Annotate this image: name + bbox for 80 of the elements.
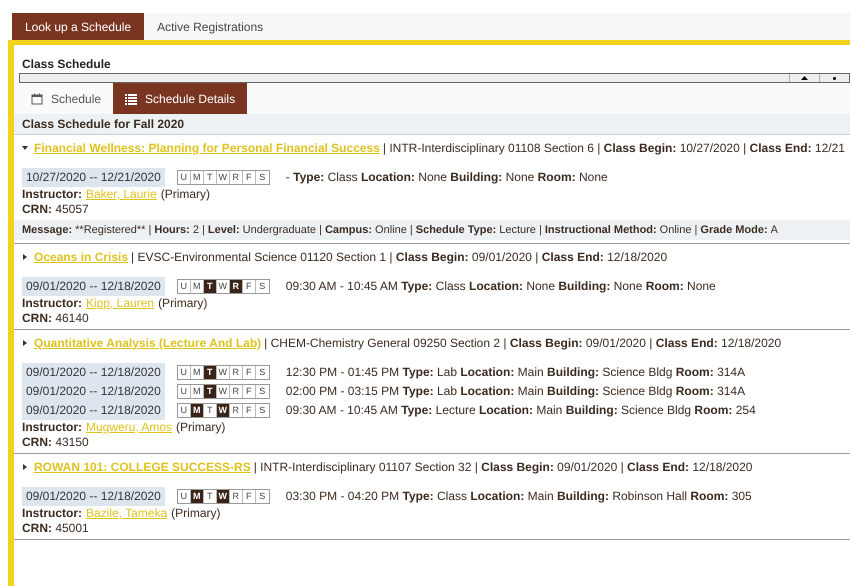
tab[interactable]: Schedule xyxy=(19,83,114,114)
meeting-details: 12:30 PM - 01:45 PM Type: Lab Location: Main Building: Science Bldg Room: 314A xyxy=(286,365,746,380)
message-value: Online | xyxy=(375,222,413,238)
instructor-label: Instructor: xyxy=(22,187,82,202)
meeting-details: 02:00 PM - 03:15 PM Type: Lab Location: Main Building: Science Bldg Room: 314A xyxy=(286,384,746,399)
section-heading: Class Schedule for Fall 2020 xyxy=(14,114,850,135)
course-link[interactable]: ROWAN 101: COLLEGE SUCCESS-RS xyxy=(34,460,251,474)
caret-icon[interactable] xyxy=(22,340,28,346)
message-label: Hours: xyxy=(154,222,190,238)
instructor-role: (Primary) xyxy=(158,296,208,311)
day-cell: M xyxy=(190,385,204,398)
instructor-role: (Primary) xyxy=(160,187,210,202)
day-cell: T xyxy=(204,280,217,293)
tab[interactable]: Active Registrations xyxy=(144,13,276,40)
message-value: **Registered** | xyxy=(75,222,152,238)
tab[interactable]: Schedule Details xyxy=(113,83,248,114)
date-range: 09/01/2020 -- 12/18/2020 xyxy=(22,277,165,296)
day-cell: T xyxy=(204,385,217,398)
crn-text: CRN: 43150 xyxy=(22,435,89,449)
list-icon xyxy=(125,92,138,104)
course-link[interactable]: Quantitative Analysis (Lecture And Lab) xyxy=(34,336,262,350)
message-label: Level: xyxy=(208,222,240,238)
day-cell: W xyxy=(216,171,230,184)
day-cell: W xyxy=(216,280,230,293)
calendar-icon xyxy=(31,92,43,104)
day-cell: W xyxy=(216,385,230,398)
day-cell: M xyxy=(190,366,204,379)
caret-icon[interactable] xyxy=(22,464,28,470)
instructor-link[interactable]: Kipp, Lauren xyxy=(86,296,154,311)
message-value: Online | xyxy=(660,222,698,238)
meeting-details: - Type: Class Location: None Building: None Room: None xyxy=(286,170,608,185)
instructor-link[interactable]: Baker, Laurie xyxy=(86,187,157,202)
date-range: 09/01/2020 -- 12/18/2020 xyxy=(22,363,165,382)
day-cell: M xyxy=(190,490,204,503)
message-label: Grade Mode: xyxy=(700,222,768,238)
instructor-link[interactable]: Bazile, Tameka xyxy=(86,506,168,521)
panel-title: Class Schedule xyxy=(22,57,111,71)
course-link[interactable]: Financial Wellness: Planning for Personal Financial Success xyxy=(34,140,380,156)
day-cell: W xyxy=(216,366,230,379)
instructor-label: Instructor: xyxy=(22,296,82,311)
date-range: 09/01/2020 -- 12/18/2020 xyxy=(22,382,165,401)
course-link[interactable]: Oceans in Crisis xyxy=(34,250,128,264)
message-label: Instructional Method: xyxy=(544,222,657,238)
date-range: 09/01/2020 -- 12/18/2020 xyxy=(22,487,165,506)
course-info: | INTR-Interdisciplinary 01108 Section 6 | Class Begin: 10/27/2020 | Class End: 12/21 xyxy=(382,140,845,156)
tab[interactable]: Look up a Schedule xyxy=(12,13,144,40)
scroll-up-icon[interactable] xyxy=(801,76,808,80)
message-value: 2 | xyxy=(192,222,205,238)
message-value: Lecture | xyxy=(499,222,542,238)
meeting-details: 09:30 AM - 10:45 AM Type: Lecture Location: Main Building: Science Bldg Room: 254 xyxy=(286,403,756,418)
meeting-details: 03:30 PM - 04:20 PM Type: Class Location: Main Building: Robinson Hall Room: 305 xyxy=(286,489,752,504)
instructor-role: (Primary) xyxy=(176,420,226,435)
caret-icon[interactable] xyxy=(22,254,28,260)
course-info: | INTR-Interdisciplinary 01107 Section 32 | Class Begin: 09/01/2020 | Class End: 12/18/2020 xyxy=(254,460,752,474)
message-value: Undergraduate | xyxy=(242,222,322,238)
crn-text: CRN: 45057 xyxy=(22,202,89,216)
course-info: | CHEM-Chemistry General 09250 Section 2 | Class Begin: 09/01/2020 | Class End: 12/18/2020 xyxy=(264,336,782,350)
day-cell: M xyxy=(190,171,204,184)
caret-icon[interactable] xyxy=(22,145,28,151)
crn-text: CRN: 46140 xyxy=(22,311,89,325)
crn-text: CRN: 45001 xyxy=(22,521,89,535)
day-cell: R xyxy=(230,280,243,293)
dot-icon[interactable] xyxy=(833,76,836,80)
message-label: Message: xyxy=(22,222,72,238)
day-cell: W xyxy=(216,404,230,417)
date-range: 09/01/2020 -- 12/18/2020 xyxy=(22,401,165,420)
message-value: A xyxy=(770,222,778,238)
day-cell: W xyxy=(216,490,230,503)
meeting-details: 09:30 AM - 10:45 AM Type: Class Location: None Building: None Room: None xyxy=(286,279,716,294)
instructor-label: Instructor: xyxy=(22,506,82,521)
instructor-label: Instructor: xyxy=(22,420,82,435)
day-cell: M xyxy=(190,404,204,417)
day-cell: M xyxy=(190,280,204,293)
date-range: 10/27/2020 -- 12/21/2020 xyxy=(22,168,165,187)
day-cell: T xyxy=(204,366,217,379)
message-label: Campus: xyxy=(324,222,372,238)
instructor-role: (Primary) xyxy=(171,506,220,521)
message-label: Schedule Type: xyxy=(416,222,496,238)
course-info: | EVSC-Environmental Science 01120 Section 1 | Class Begin: 09/01/2020 | Class End: 12/18/2020 xyxy=(131,250,668,264)
instructor-link[interactable]: Mugweru, Amos xyxy=(86,420,172,435)
